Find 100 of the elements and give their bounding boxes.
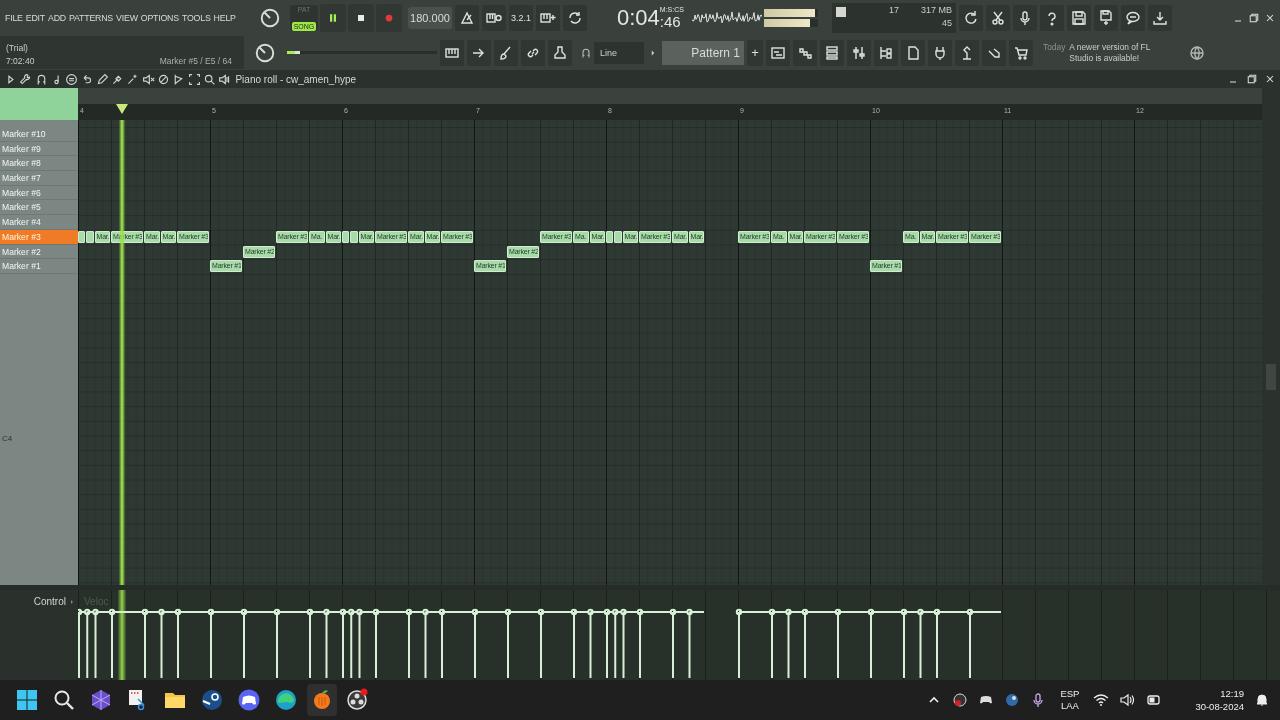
key-label: C4 [1,433,14,443]
zoom-icon[interactable] [202,72,216,86]
knob-icon[interactable] [254,41,276,64]
scissors-button[interactable] [985,4,1010,31]
volume-icon[interactable] [1119,692,1136,708]
page-button[interactable] [901,39,925,66]
menu-item[interactable]: ADD [48,12,66,23]
note[interactable] [86,230,94,243]
memory-value: 317 MB [920,4,952,15]
tree-button[interactable] [874,39,898,66]
brush-button[interactable] [494,39,518,66]
restore-icon[interactable] [1245,73,1258,85]
link-button[interactable] [521,39,545,66]
cart-icon [1013,44,1029,61]
clock-time[interactable]: 12:19 [1220,687,1244,700]
gamepad-icon[interactable] [237,688,261,712]
aperture-icon[interactable] [345,688,369,712]
plug-button[interactable] [928,39,952,66]
menu-item[interactable]: VIEW [116,12,138,23]
slash-icon[interactable] [156,72,170,86]
hint-text: Marker #5 / E5 / 64 [159,56,232,66]
close-icon[interactable] [1264,73,1276,85]
playlist-button[interactable] [766,39,790,66]
caret-icon[interactable] [68,598,76,606]
wrench-icon[interactable] [19,72,33,86]
knob-icon[interactable] [259,6,281,29]
note[interactable] [78,230,86,243]
menu-item[interactable]: OPTIONS [140,12,179,23]
wifi-icon[interactable] [1093,692,1110,708]
metronome-button[interactable] [455,4,479,31]
menu-item[interactable]: FILE [5,12,23,23]
start-icon[interactable] [15,688,39,712]
mixer-button[interactable] [847,39,871,66]
scissors-icon [989,9,1006,26]
pause-button[interactable] [320,3,346,32]
window-title: Piano roll - cw_amen_hype [235,73,357,85]
menu-item[interactable]: EDIT [25,12,46,23]
add-pattern-button[interactable]: + [747,39,763,66]
globe-icon[interactable] [1189,44,1205,61]
session-time: 7:02:40 [6,56,35,66]
cube-icon[interactable] [89,688,113,712]
refresh-button[interactable] [958,4,983,31]
page-icon [905,44,921,61]
news-date: Today [1043,41,1066,53]
chat-button[interactable] [1120,4,1145,31]
layout-label[interactable]: LAA [1060,700,1079,712]
mixer-icon [851,44,867,61]
loop-icon [567,9,583,26]
microphone-button[interactable] [1012,4,1037,31]
gear-circle-icon[interactable] [200,688,224,712]
pattern-selector[interactable]: Pattern 1 [662,40,744,65]
sparkle-icon[interactable] [126,72,140,86]
keyboard-loop-button[interactable] [482,4,506,31]
list-circle-icon[interactable] [65,72,79,86]
countdown-button[interactable]: 3.2.1 [509,4,533,31]
note[interactable] [342,230,350,243]
menu-item[interactable]: HELP [213,12,236,23]
gear-circle-icon[interactable] [1004,692,1021,708]
mute-icon[interactable] [141,72,155,86]
clock-date[interactable]: 30-08-2024 [1195,700,1244,713]
search-icon[interactable] [52,688,76,712]
download-icon [1151,9,1168,26]
stop-button[interactable] [348,3,374,32]
download-button[interactable] [1147,4,1172,31]
pause-icon [327,11,339,24]
battery-icon[interactable] [1145,692,1162,708]
speaker-icon[interactable] [218,72,232,86]
polyphony-value: 17 [888,4,899,15]
note[interactable] [614,230,622,243]
bell-icon[interactable] [1254,692,1270,708]
pencil-icon[interactable] [95,72,109,86]
steps-button[interactable] [793,39,817,66]
tempo-field[interactable]: 180.000 [408,6,452,29]
cpu-value: 45 [941,17,952,28]
playlist-icon [770,44,786,61]
arrow-button[interactable] [467,39,491,66]
restore-icon[interactable] [1248,11,1260,24]
help-button[interactable] [1039,4,1064,31]
swirl-icon[interactable] [274,688,298,712]
keyboard-button[interactable] [440,39,464,66]
menu-item[interactable]: TOOLS [181,12,211,23]
note[interactable] [350,230,358,243]
news-text[interactable]: A newer version of FL Studio is available! [1069,41,1170,64]
control-label[interactable]: Control [33,596,66,607]
save-plus-button[interactable] [1093,4,1118,31]
save-plus-icon [1097,9,1114,26]
rows-button[interactable] [820,39,844,66]
snap-dropdown[interactable]: Line [594,41,644,64]
aperture-icon[interactable] [952,692,969,708]
menu-item[interactable]: PATTERNS [69,12,114,23]
loop-button[interactable] [563,4,587,31]
cart-button[interactable] [1009,39,1033,66]
save-button[interactable] [1066,4,1091,31]
keyboard-plus-button[interactable] [536,4,560,31]
select-icon[interactable] [187,72,201,86]
language-label[interactable]: ESP [1060,688,1080,700]
note-grid[interactable] [78,120,1262,585]
note[interactable] [606,230,614,243]
metronome-icon [459,9,475,26]
save-icon [1070,9,1087,26]
